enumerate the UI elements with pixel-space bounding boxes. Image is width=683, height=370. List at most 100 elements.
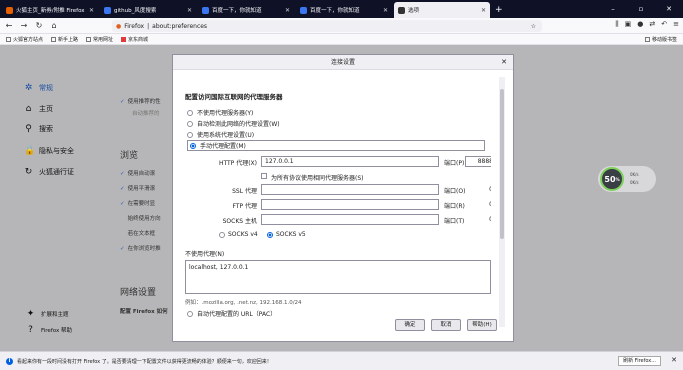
sidebar-item-sync[interactable]: ↻ 火狐通行证 bbox=[24, 167, 74, 177]
maximize-button[interactable]: ▫ bbox=[627, 0, 655, 18]
all-protocols-checkbox[interactable] bbox=[261, 173, 267, 179]
sidebar-item-privacy[interactable]: 🔒 隐私与安全 bbox=[24, 146, 74, 156]
radio-button[interactable] bbox=[187, 131, 193, 138]
radio-no-proxy[interactable]: 不使用代理服务器(Y) bbox=[187, 107, 491, 118]
ftp-proxy-row: FTP 代理 端口(R) 0 bbox=[185, 198, 491, 213]
socks-port-input[interactable]: 0 bbox=[465, 214, 491, 225]
radio-button[interactable] bbox=[219, 231, 225, 238]
close-tab-icon[interactable]: ✕ bbox=[89, 7, 94, 14]
no-proxy-label: 不使用代理(N) bbox=[185, 251, 225, 258]
radio-button-selected[interactable] bbox=[267, 231, 273, 238]
cancel-button[interactable]: 取消 bbox=[431, 319, 461, 331]
library-icon[interactable]: ⫼ bbox=[615, 20, 618, 29]
browse-option[interactable]: ✓ 使用自动滚 bbox=[120, 169, 155, 177]
window-controls: – ▫ ✕ bbox=[599, 0, 683, 18]
close-icon[interactable]: ✕ bbox=[501, 55, 507, 70]
browse-option[interactable]: ✓若在文本框 bbox=[120, 229, 156, 237]
chat-icon[interactable]: ● bbox=[637, 20, 643, 29]
sidebar-item-label: 搜索 bbox=[39, 125, 53, 133]
connection-settings-dialog: 连接设置 ✕ 配置访问国际互联网的代理服务器 不使用代理服务器(Y) 自动检测此… bbox=[172, 54, 514, 342]
menu-icon[interactable]: ≡ bbox=[673, 20, 679, 29]
ssl-proxy-row: SSL 代理 端口(O) 0 bbox=[185, 183, 491, 198]
mobile-bookmarks[interactable]: 移动版书签 bbox=[644, 36, 677, 43]
sidebar-item-search[interactable]: ⚲ 搜索 bbox=[24, 124, 53, 134]
dialog-title: 连接设置 bbox=[330, 59, 355, 66]
bookmark-item[interactable]: 京东商城 bbox=[121, 36, 148, 43]
ssl-proxy-input[interactable] bbox=[261, 184, 439, 195]
http-proxy-input[interactable]: 127.0.0.1 bbox=[261, 156, 439, 167]
radio-label: 不使用代理服务器(Y) bbox=[197, 110, 254, 117]
all-protocols-row[interactable]: 为所有协议使用相同代理服务器(S) bbox=[185, 170, 491, 183]
download-speed: 0K/s bbox=[630, 180, 639, 185]
url-bar[interactable]: ● Firefox | about:preferences ☆ bbox=[112, 20, 542, 32]
tab-2[interactable]: github_风度搜索 ✕ bbox=[100, 2, 196, 18]
scrollbar-thumb[interactable] bbox=[500, 89, 504, 239]
http-port-input[interactable]: 8888 bbox=[465, 156, 491, 167]
radio-manual-proxy[interactable]: 手动代理配置(M) bbox=[187, 140, 485, 151]
ssl-port-input[interactable]: 0 bbox=[465, 184, 491, 195]
radio-button[interactable] bbox=[187, 120, 193, 127]
close-tab-icon[interactable]: ✕ bbox=[285, 7, 290, 14]
socks-v4-option[interactable]: SOCKS v4 bbox=[219, 231, 258, 238]
back-icon[interactable]: ← bbox=[3, 21, 15, 30]
help-button[interactable]: 帮助(H) bbox=[467, 319, 497, 331]
bookmark-star-icon[interactable]: ☆ bbox=[531, 23, 536, 30]
socks-host-label: SOCKS 主机 bbox=[222, 218, 257, 225]
minimize-button[interactable]: – bbox=[599, 0, 627, 18]
toolbar-right: ⫼ ▣ ● ⇄ ↶ ≡ bbox=[615, 20, 679, 29]
dialog-scrollbar[interactable] bbox=[499, 77, 505, 327]
socks-host-input[interactable] bbox=[261, 214, 439, 225]
browse-option[interactable]: ✓ 使用平滑滚 bbox=[120, 184, 155, 192]
tab-3[interactable]: 百度一下，你就知道 ✕ bbox=[198, 2, 294, 18]
tab-5[interactable]: 选项 ✕ bbox=[394, 2, 490, 18]
perf-option[interactable]: ✓ 使用推荐的性 bbox=[120, 97, 161, 105]
radio-auto-proxy-url[interactable]: 自动代理配置的 URL（PAC） bbox=[187, 308, 491, 319]
close-tab-icon[interactable]: ✕ bbox=[383, 7, 388, 14]
bookmark-item[interactable]: 新手上路 bbox=[51, 36, 78, 43]
tab-4[interactable]: 百度一下，你就知道 ✕ bbox=[296, 2, 392, 18]
radio-button-selected[interactable] bbox=[190, 142, 196, 149]
ftp-port-input[interactable]: 0 bbox=[465, 199, 491, 210]
sidebar-item-label: 主页 bbox=[39, 105, 53, 113]
new-tab-button[interactable]: + bbox=[495, 2, 503, 18]
ftp-proxy-input[interactable] bbox=[261, 199, 439, 210]
close-window-button[interactable]: ✕ bbox=[655, 0, 683, 18]
speed-unit: % bbox=[615, 176, 620, 182]
bookmark-item[interactable]: 常用网址 bbox=[86, 36, 113, 43]
sidebar-item-addons[interactable]: ✦ 扩展和主题 bbox=[26, 309, 69, 319]
close-tab-icon[interactable]: ✕ bbox=[481, 7, 486, 14]
sidebar-item-label: 隐私与安全 bbox=[39, 147, 74, 155]
radio-auto-detect[interactable]: 自动检测此网络的代理设置(W) bbox=[187, 118, 491, 129]
refresh-firefox-button[interactable]: 刷新 Firefox... bbox=[618, 356, 661, 366]
no-proxy-textarea[interactable]: localhost, 127.0.0.1 bbox=[185, 260, 491, 294]
folder-icon bbox=[86, 36, 92, 42]
radio-button[interactable] bbox=[187, 109, 193, 116]
ok-button[interactable]: 确定 bbox=[395, 319, 425, 331]
help-icon: ? bbox=[28, 325, 33, 335]
sidebar-item-general[interactable]: ✲ 常规 bbox=[24, 83, 53, 93]
option-label: 在需要时显 bbox=[127, 201, 156, 207]
forward-icon[interactable]: → bbox=[18, 21, 30, 30]
sync-icon[interactable]: ⇄ bbox=[649, 20, 655, 29]
radio-label: 自动检测此网络的代理设置(W) bbox=[197, 121, 280, 128]
browse-option[interactable]: ✓ 在你浏览时推 bbox=[120, 244, 161, 252]
network-sub: 配置 Firefox 如何 bbox=[120, 309, 168, 315]
home-icon[interactable]: ⌂ bbox=[48, 21, 60, 30]
browse-option[interactable]: ✓始终使用方向 bbox=[120, 214, 161, 222]
option-label: 使用平滑滚 bbox=[127, 186, 156, 192]
browse-option[interactable]: ✓ 在需要时显 bbox=[120, 199, 155, 207]
option-label: 在你浏览时推 bbox=[127, 246, 161, 252]
close-tab-icon[interactable]: ✕ bbox=[187, 7, 192, 14]
sidebar-icon[interactable]: ▣ bbox=[625, 20, 632, 29]
radio-button[interactable] bbox=[187, 310, 193, 317]
radio-system-proxy[interactable]: 使用系统代理设置(U) bbox=[187, 129, 491, 140]
sidebar-item-home[interactable]: ⌂ 主页 bbox=[24, 104, 53, 114]
socks-v5-option[interactable]: SOCKS v5 bbox=[267, 231, 306, 238]
reload-icon[interactable]: ↻ bbox=[33, 21, 45, 30]
url-text: about:preferences bbox=[152, 22, 208, 30]
close-icon[interactable]: ✕ bbox=[671, 356, 677, 364]
tab-1[interactable]: 火狐主页_新券/附推 Firefox ✕ bbox=[2, 2, 98, 18]
sidebar-item-help[interactable]: ? Firefox 帮助 bbox=[26, 325, 72, 335]
undo-icon[interactable]: ↶ bbox=[661, 20, 667, 29]
bookmark-item[interactable]: 火狐官方站点 bbox=[6, 36, 43, 43]
